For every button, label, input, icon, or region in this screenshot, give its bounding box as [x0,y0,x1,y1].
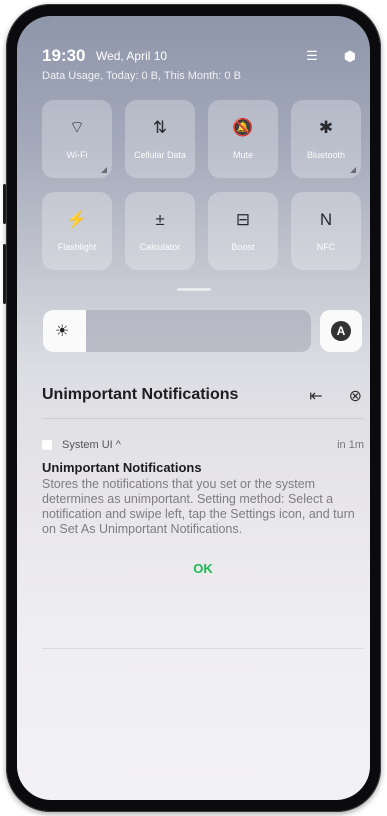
settings-icon[interactable]: ⬢ [344,48,356,65]
auto-brightness-icon: A [331,321,351,341]
tile-boost[interactable]: ⊟ Boost [208,192,278,270]
bluetooth-icon: ✱ [318,118,334,137]
boost-icon: ⊟ [235,210,251,229]
expand-indicator-icon [350,167,356,173]
tile-wi-fi[interactable]: ⌔ Wi-Fi [42,100,112,178]
notification-shade: 19:30 Wed, April 10 Data Usage, Today: 0… [17,16,370,800]
notification-section-header: Unimportant Notifications ⇤ ⊗ [42,386,362,414]
brightness-icon: ☀ [55,323,70,340]
edit-tiles-icon[interactable]: ☰ [306,48,318,65]
tile-label: NFC [316,242,336,252]
volume-button [3,184,6,224]
nfc-icon: N [319,210,333,229]
date: Wed, April 10 [95,49,168,63]
divider [42,418,364,419]
tile-label: Calculator [139,242,181,252]
tile-label: Mute [232,150,253,160]
mute-icon: 🔕 [232,118,254,137]
exit-icon[interactable]: ⇤ [309,386,322,406]
notification-time: in 1m [337,439,364,451]
tile-label: Boost [231,242,255,252]
section-title: Unimportant Notifications [42,386,239,403]
notification-body: Stores the notifications that you set or… [42,477,355,536]
tile-flashlight[interactable]: ⚡ Flashlight [42,192,112,270]
divider-bottom [42,648,364,649]
status-header: 19:30 Wed, April 10 Data Usage, Today: 0… [42,46,342,82]
quick-settings-grid: ⌔ Wi-Fi ⇅ Cellular Data 🔕 Mute ✱ Bluetooth ⚡ Flas… [42,100,364,270]
notification-app-row: System UI ^ in 1m [42,439,364,451]
tile-cellular-data[interactable]: ⇅ Cellular Data [125,100,195,178]
notification-card[interactable]: System UI ^ in 1m Unimportant Notificati… [42,439,364,576]
brightness-slider[interactable]: ☀ [43,310,311,352]
tile-bluetooth[interactable]: ✱ Bluetooth [291,100,361,178]
tile-nfc[interactable]: N NFC [291,192,361,270]
cellular-data-icon: ⇅ [152,118,168,137]
notification-title: Unimportant Notifications [42,460,202,475]
tile-label: Cellular Data [133,150,187,160]
system-ui-icon [42,440,52,450]
tile-label: Bluetooth [306,150,346,160]
expand-indicator-icon [101,167,107,173]
wifi-icon: ⌔ [69,118,85,137]
data-usage[interactable]: Data Usage, Today: 0 B, This Month: 0 B [42,70,342,82]
clear-all-icon[interactable]: ⊗ [349,386,362,406]
ok-button[interactable]: OK [42,561,364,576]
header-actions: ☰ ⬢ [306,48,356,65]
app-name[interactable]: System UI ^ [62,439,121,451]
volume-button-lower [3,244,6,304]
tile-calculator[interactable]: ± Calculator [125,192,195,270]
tile-mute[interactable]: 🔕 Mute [208,100,278,178]
drag-handle[interactable] [177,288,211,291]
flashlight-icon: ⚡ [66,210,88,229]
tile-label: Flashlight [57,242,97,252]
auto-brightness-button[interactable]: A [320,310,362,352]
clock: 19:30 [42,46,86,65]
calculator-icon: ± [155,210,165,229]
tile-label: Wi-Fi [66,150,88,160]
